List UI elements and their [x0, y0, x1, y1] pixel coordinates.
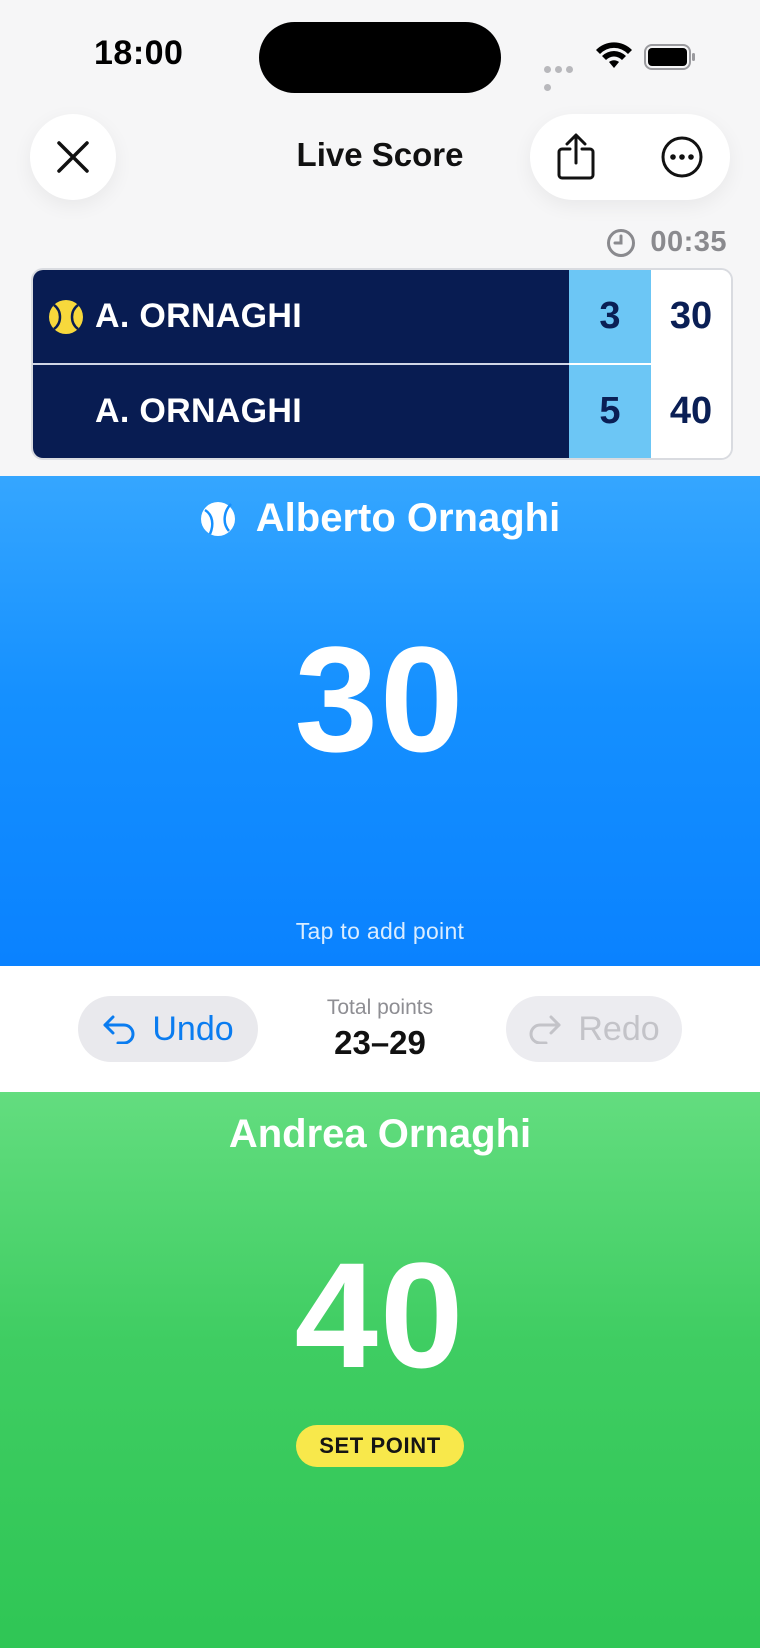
player2-name: Andrea Ornaghi: [228, 1112, 532, 1156]
player2-score: 40: [294, 1231, 466, 1399]
cellular-signal-icon: [544, 60, 586, 91]
battery-icon: [644, 44, 695, 70]
player1-name: Alberto Ornaghi: [255, 496, 561, 540]
wifi-icon: [596, 42, 632, 68]
player1-header: Alberto Ornaghi: [0, 496, 760, 541]
undo-label: Undo: [152, 1009, 234, 1048]
match-timer: 00:35: [606, 226, 727, 259]
redo-label: Redo: [578, 1009, 660, 1048]
status-time: 18:00: [94, 34, 184, 72]
scoreboard-games: 5: [569, 365, 651, 458]
timer-value: 00:35: [650, 226, 727, 258]
total-points-value: 23–29: [334, 1024, 426, 1061]
clock-icon: [607, 228, 636, 257]
scoreboard-row: A. ORNAGHI 5 40: [33, 365, 731, 458]
undo-arrow-icon: [103, 1015, 135, 1044]
scoreboard-points: 40: [651, 365, 731, 458]
scoreboard-player-name: A. ORNAGHI: [95, 392, 302, 430]
set-point-badge: SET POINT: [296, 1425, 464, 1467]
player1-score: 30: [294, 615, 466, 783]
scoreboard-player-name: A. ORNAGHI: [95, 297, 302, 335]
tennis-ball-icon: [200, 501, 235, 536]
share-icon: [557, 133, 595, 180]
redo-button[interactable]: Redo: [506, 996, 682, 1062]
tennis-ball-icon: [49, 300, 83, 334]
scoreboard: A. ORNAGHI 3 30 A. ORNAGHI 5 40: [31, 268, 733, 460]
undo-button[interactable]: Undo: [78, 996, 258, 1062]
share-button[interactable]: [540, 120, 612, 194]
tap-hint: Tap to add point: [295, 918, 465, 944]
scoreboard-games: 3: [569, 270, 651, 363]
more-button[interactable]: [646, 120, 718, 194]
total-points-label: Total points: [326, 996, 434, 1019]
scoreboard-points: 30: [651, 270, 731, 363]
more-icon: [661, 136, 703, 178]
redo-arrow-icon: [529, 1015, 561, 1044]
dynamic-island: [259, 22, 501, 93]
scoreboard-row: A. ORNAGHI 3 30: [33, 270, 731, 365]
